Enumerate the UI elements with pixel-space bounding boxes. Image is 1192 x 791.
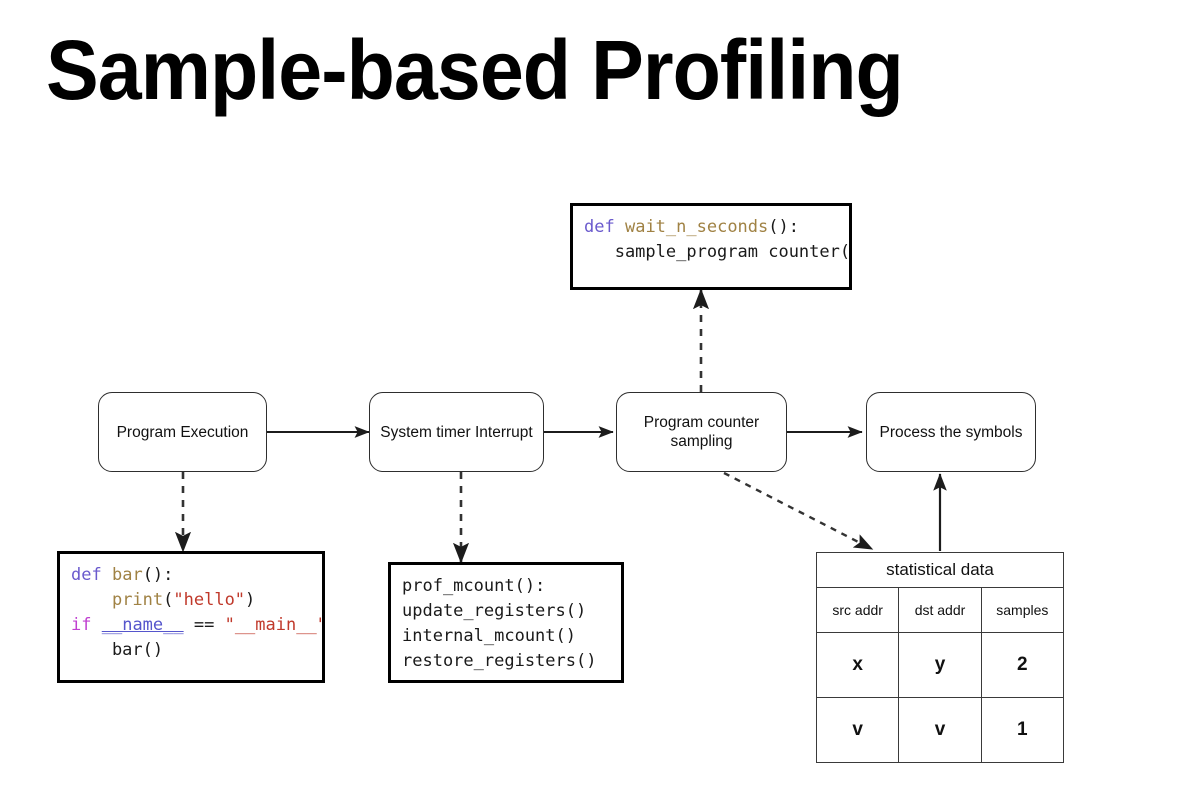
flow-box-process-symbols[interactable]: Process the symbols [866,392,1036,472]
code-line: update_registers() [402,599,621,624]
mcount-code-block: prof_mcount(): update_registers() internal… [388,562,624,683]
statistical-data-table: statistical data src addr dst addr sampl… [815,552,1065,763]
code-token: print [111,590,164,610]
code-line: restore_registers() [402,649,621,674]
code-token: (): [768,217,799,237]
flow-box-label: Process the symbols [879,423,1023,441]
code-line: def wait_n_seconds(): [584,215,849,240]
column-header-samples: samples [980,587,1065,633]
code-token: prof_mcount(): [402,576,546,596]
code-line: if __name__ == "__main__": [71,613,322,638]
code-token: bar [111,565,143,585]
code-line: print("hello") [71,588,322,613]
code-line: bar() [71,638,322,663]
code-token: (): [142,565,174,585]
code-token: def [71,565,102,585]
code-line: prof_mcount(): [402,574,621,599]
wait-n-seconds-code-block: def wait_n_seconds(): sample_program cou… [570,203,852,290]
code-line: sample_program counter() [584,240,849,265]
table-row: v v 1 [815,697,1065,763]
cell-samples: 2 [980,632,1065,698]
table-header-row: src addr dst addr samples [815,587,1065,633]
code-token: ) [245,590,256,610]
table-title-row: statistical data [816,552,1064,588]
code-token: ( [163,590,174,610]
code-token: update_registers() [402,601,587,621]
cell-dst-addr: y [898,632,982,698]
code-token: internal_mcount() [402,626,576,646]
flow-box-label: Program counter sampling [643,414,760,450]
code-token: wait_n_seconds [624,217,769,237]
code-token: restore_registers() [402,651,597,671]
code-token: def [584,217,615,237]
code-token: sample_program counter() [584,242,852,262]
cell-samples: 1 [980,697,1065,763]
cell-dst-addr: v [898,697,982,763]
column-header-src-addr: src addr [815,587,900,633]
flow-box-label: Program Execution [116,423,249,441]
table-title: statistical data [816,552,1064,588]
code-line: internal_mcount() [402,624,621,649]
code-line: def bar(): [71,563,322,588]
column-header-dst-addr: dst addr [898,587,982,633]
table-row: x y 2 [815,632,1065,698]
code-token: "__main__" [224,615,325,635]
flow-box-system-timer[interactable]: System timer Interrupt [369,392,544,472]
flow-box-program-execution[interactable]: Program Execution [98,392,267,472]
code-token: bar() [71,640,164,660]
code-token: "hello" [173,590,246,610]
code-token: if [71,615,92,635]
code-token: __name__ [101,615,184,635]
flow-box-pc-sampling[interactable]: Program counter sampling [616,392,787,472]
flow-box-label: System timer Interrupt [380,423,533,441]
bar-function-code-block: def bar(): print("hello") if __name__ == … [57,551,325,683]
cell-src-addr: v [815,697,900,763]
code-token: == [183,615,225,635]
cell-src-addr: x [815,632,900,698]
dashed-arrow-sampling-to-table [723,471,874,551]
page-title: Sample-based Profiling [46,23,904,117]
